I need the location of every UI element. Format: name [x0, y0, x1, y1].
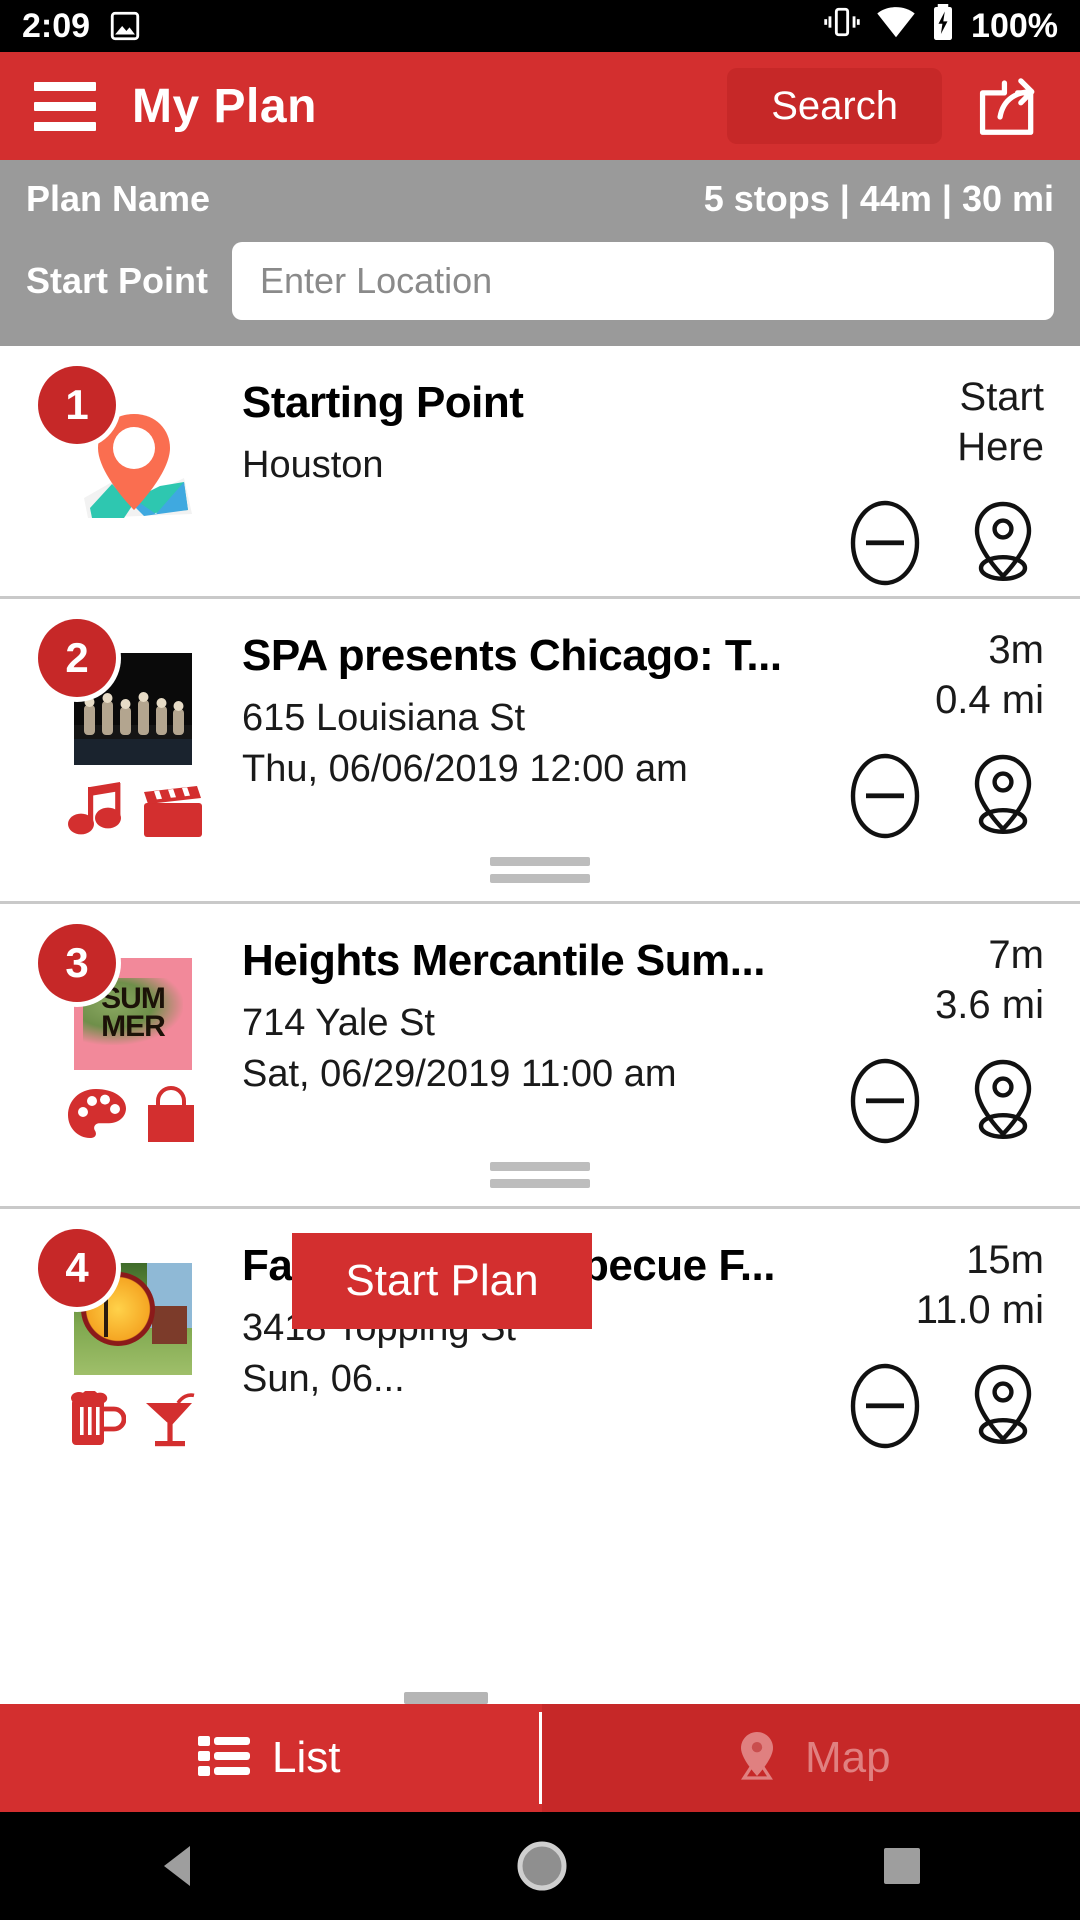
shopping-bag-icon [142, 1085, 200, 1149]
vibrate-icon [823, 5, 861, 48]
list-item[interactable]: 2 SPA presents Chicago: T... 615 Louisia… [0, 599, 1080, 849]
tab-map[interactable]: Map [541, 1704, 1080, 1812]
stop-body: Heights Mercantile Sum... 714 Yale St Sa… [226, 930, 804, 1144]
wifi-icon [875, 5, 917, 48]
stop-eta: 3m 0.4 mi [935, 625, 1054, 725]
stop-title: Heights Mercantile Sum... [242, 936, 765, 985]
drag-handle[interactable] [404, 1692, 488, 1704]
stop-right: 7m 3.6 mi [804, 930, 1054, 1144]
stop-number-badge: 1 [38, 366, 116, 444]
music-note-icon [66, 781, 128, 844]
status-time: 2:09 [22, 6, 91, 45]
back-triangle-icon[interactable] [154, 1840, 206, 1892]
stop-eta: 15m 11.0 mi [916, 1235, 1054, 1335]
thumbnail-text-line2: MER [101, 1009, 166, 1043]
stop-eta-line2: Here [957, 425, 1044, 469]
battery-percent: 100% [971, 6, 1058, 45]
stop-thumbnail-column: 3 SUM MER [26, 924, 226, 1144]
stop-category-icons [66, 781, 204, 844]
cocktail-glass-icon [140, 1391, 198, 1454]
stop-right: 3m 0.4 mi [804, 625, 1054, 839]
stop-eta-line1: Start [959, 375, 1044, 419]
stop-category-icons [66, 1390, 198, 1454]
stop-date: Thu, 06/06/2019 12:00 am [242, 748, 688, 790]
stop-eta-line1: 15m [966, 1238, 1044, 1282]
stop-date: Sat, 06/29/2019 11:00 am [242, 1053, 677, 1095]
image-icon [108, 9, 142, 43]
stop-address: Houston [242, 444, 384, 486]
drag-handle[interactable] [0, 849, 1080, 901]
tab-map-label: Map [804, 1733, 891, 1782]
home-circle-icon[interactable] [514, 1838, 570, 1894]
battery-charging-icon [931, 3, 955, 49]
stop-eta-line2: 3.6 mi [935, 983, 1044, 1027]
stop-number-badge: 4 [38, 1229, 116, 1307]
map-pin-icon [731, 1730, 783, 1787]
android-nav-bar [0, 1812, 1080, 1920]
map-pin-icon[interactable] [966, 1363, 1040, 1449]
stop-title: SPA presents Chicago: T... [242, 631, 782, 680]
clapperboard-icon [142, 785, 204, 844]
list-item[interactable]: 1 Starting Point Houston Start Here [0, 346, 1080, 596]
stop-eta: Start Here [957, 372, 1054, 472]
map-pin-icon[interactable] [966, 1058, 1040, 1144]
stop-thumbnail-column: 1 [26, 366, 226, 586]
minus-circle-icon[interactable] [848, 1058, 922, 1144]
stop-body: SPA presents Chicago: T... 615 Louisiana… [226, 625, 804, 839]
stop-right: 15m 11.0 mi [804, 1235, 1054, 1449]
stop-eta-line2: 11.0 mi [915, 1288, 1044, 1332]
map-pin-icon[interactable] [966, 753, 1040, 839]
stop-thumbnail-column: 4 [26, 1229, 226, 1449]
stop-date: Sun, 06... [242, 1358, 405, 1400]
map-pin-icon[interactable] [966, 500, 1040, 586]
start-location-input[interactable] [232, 242, 1054, 320]
stop-number-badge: 2 [38, 619, 116, 697]
stop-number-badge: 3 [38, 924, 116, 1002]
stop-right: Start Here [804, 372, 1054, 586]
stop-thumbnail-column: 2 [26, 619, 226, 839]
stop-category-icons [66, 1085, 200, 1149]
status-bar: 2:09 100% [0, 0, 1080, 52]
app-screen: 2:09 100% My Plan Search Plan Name 5 sto… [0, 0, 1080, 1920]
tab-list[interactable]: List [0, 1704, 539, 1812]
tab-list-label: List [272, 1733, 341, 1782]
start-point-label: Start Point [26, 260, 209, 301]
stop-eta: 7m 3.6 mi [935, 930, 1054, 1030]
stop-title: Starting Point [242, 378, 524, 427]
drag-handle[interactable] [0, 1154, 1080, 1206]
list-icon [198, 1734, 250, 1783]
start-plan-button[interactable]: Start Plan [292, 1233, 592, 1329]
stop-address: 615 Louisiana St [242, 697, 526, 739]
beer-mug-icon [66, 1390, 127, 1454]
page-title: My Plan [132, 79, 317, 133]
search-button[interactable]: Search [727, 68, 942, 144]
plan-header: Plan Name 5 stops | 44m | 30 mi Start Po… [0, 160, 1080, 346]
minus-circle-icon[interactable] [848, 500, 922, 586]
stop-eta-line1: 3m [988, 628, 1044, 672]
recents-square-icon[interactable] [878, 1842, 926, 1890]
bottom-tab-bar: List Map [0, 1704, 1080, 1812]
plan-name-label[interactable]: Plan Name [26, 178, 210, 220]
art-palette-icon [66, 1086, 128, 1149]
stop-address: 714 Yale St [242, 1002, 435, 1044]
plan-stats: 5 stops | 44m | 30 mi [703, 178, 1054, 219]
minus-circle-icon[interactable] [848, 753, 922, 839]
list-item[interactable]: 3 SUM MER Heights Mercantile Sum... 714 … [0, 904, 1080, 1154]
stop-body: Starting Point Houston [226, 372, 804, 586]
app-bar: My Plan Search [0, 52, 1080, 160]
stop-eta-line1: 7m [988, 933, 1044, 977]
stop-eta-line2: 0.4 mi [935, 678, 1044, 722]
share-icon[interactable] [976, 73, 1046, 139]
minus-circle-icon[interactable] [848, 1363, 922, 1449]
hamburger-menu-icon[interactable] [34, 81, 96, 131]
